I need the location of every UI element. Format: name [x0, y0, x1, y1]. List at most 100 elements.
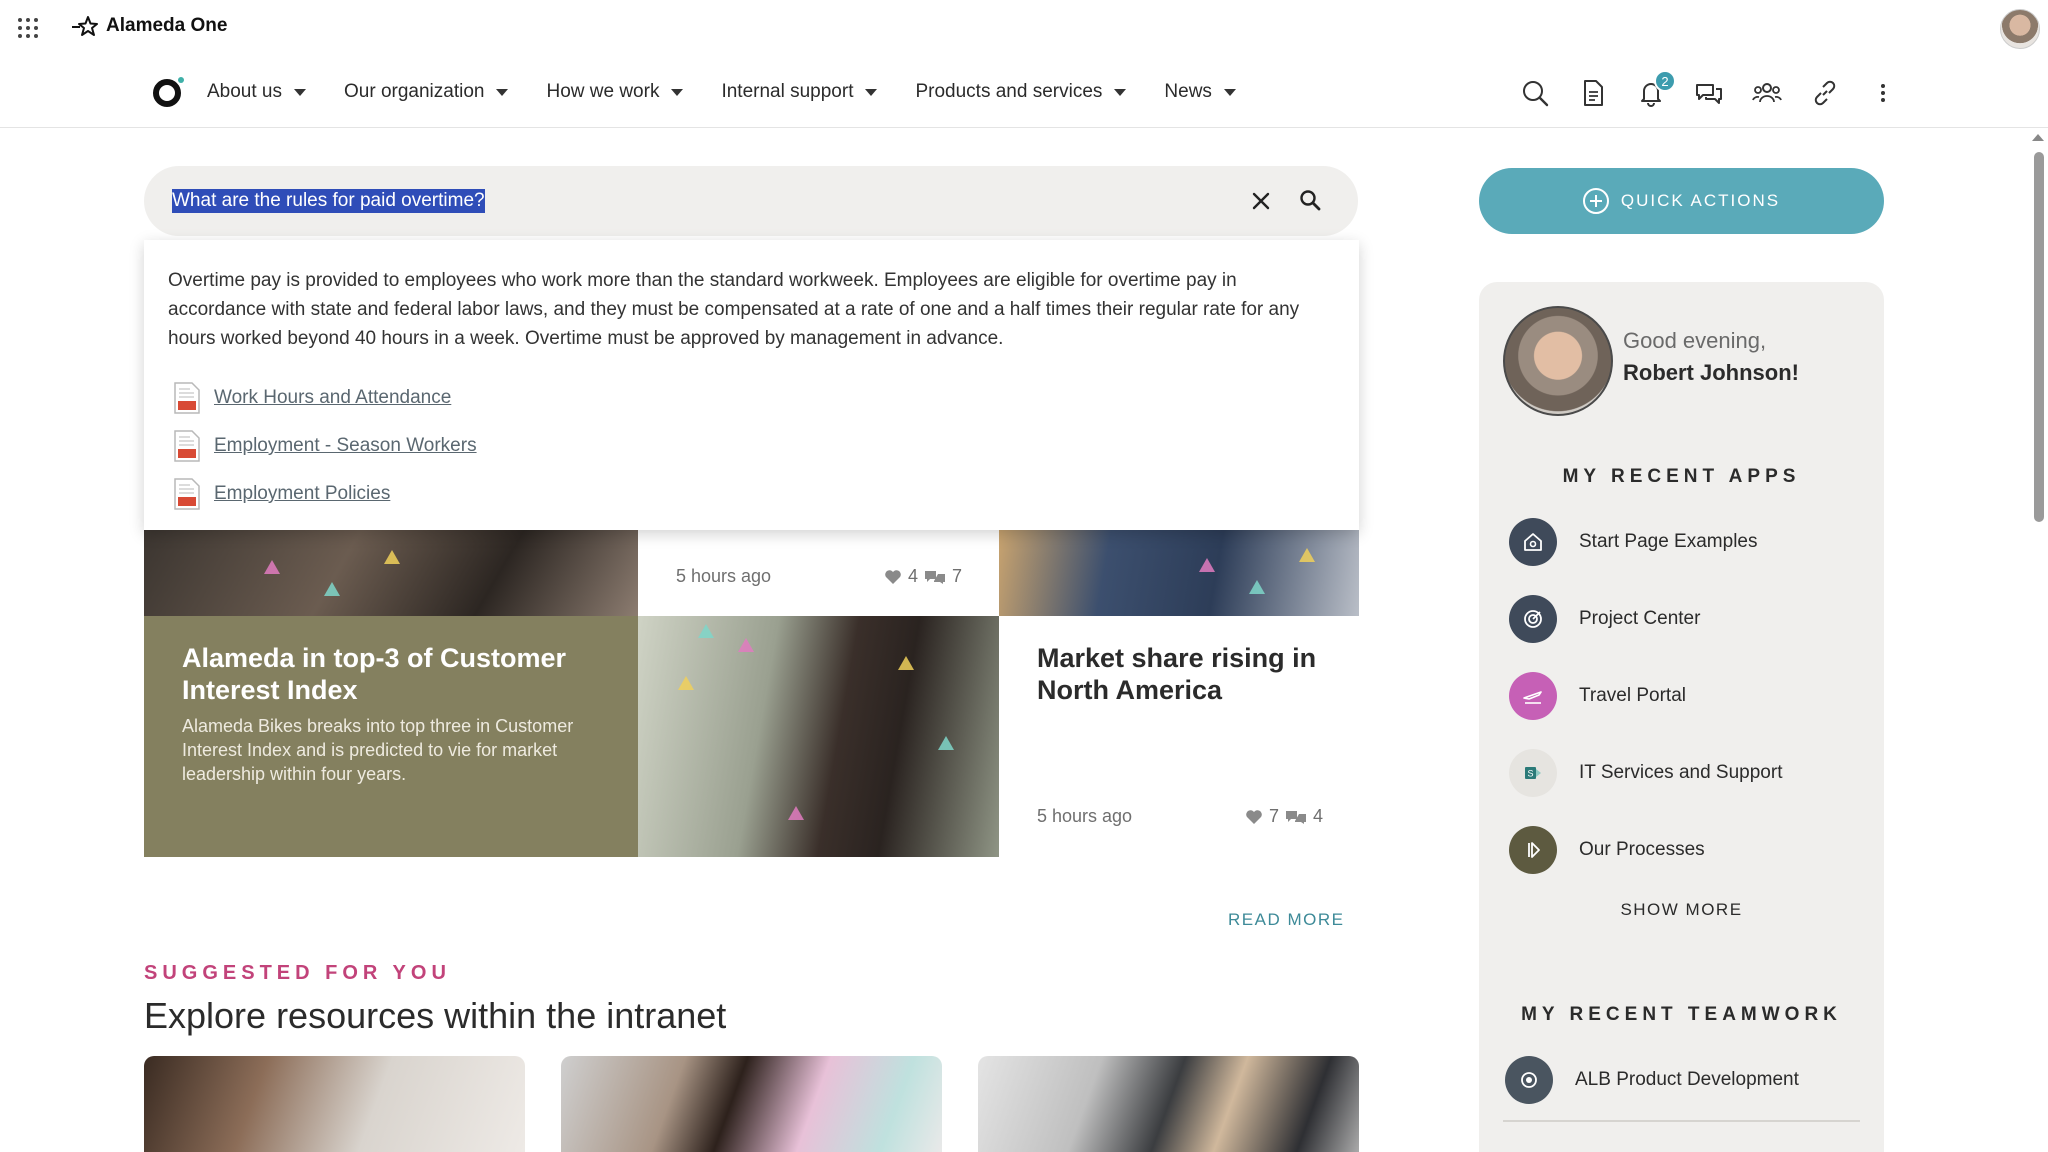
greeting: Good evening, — [1623, 328, 1767, 353]
heart-icon — [1246, 809, 1262, 824]
source-link-season-workers[interactable]: Employment - Season Workers — [214, 435, 477, 457]
nav-item-internal-support[interactable]: Internal support — [721, 81, 878, 103]
news-stats: 7 4 — [1245, 806, 1323, 827]
notification-badge: 2 — [1654, 70, 1676, 92]
search-submit-icon[interactable] — [1294, 184, 1326, 216]
news-card[interactable]: Market share rising in North America 5 h… — [999, 616, 1359, 857]
nav-item-our-organization[interactable]: Our organization — [344, 81, 509, 103]
source-item: Employment - Season Workers — [172, 422, 477, 470]
app-item-it-services[interactable]: S IT Services and Support — [1509, 749, 1782, 797]
news-time: 5 hours ago — [676, 566, 772, 586]
app-item-travel-portal[interactable]: Travel Portal — [1509, 672, 1686, 720]
nav-item-label: About us — [207, 81, 282, 102]
caret-down-icon — [671, 88, 684, 96]
news-time: 5 hours ago — [1037, 806, 1133, 826]
main-navigation: About us Our organization How we work In… — [0, 56, 2048, 128]
sharepoint-icon: S — [1509, 749, 1557, 797]
chat-icon[interactable] — [1680, 76, 1738, 110]
app-item-our-processes[interactable]: Our Processes — [1509, 826, 1705, 874]
recent-apps-heading: MY RECENT APPS — [1562, 466, 1801, 487]
app-label: Travel Portal — [1579, 685, 1686, 706]
heart-icon — [885, 569, 901, 584]
recent-teamwork-heading: MY RECENT TEAMWORK — [1521, 1004, 1842, 1025]
answer-text: Overtime pay is provided to employees wh… — [168, 270, 1300, 349]
nav-item-about-us[interactable]: About us — [207, 81, 306, 103]
nav-item-label: Our organization — [344, 81, 485, 102]
app-label: IT Services and Support — [1579, 762, 1783, 783]
app-item-project-center[interactable]: Project Center — [1509, 595, 1700, 643]
scroll-up-arrow[interactable] — [2032, 134, 2044, 141]
search-icon[interactable] — [1506, 76, 1564, 110]
svg-text:S: S — [1528, 769, 1534, 779]
comments-count: 4 — [1313, 806, 1324, 826]
answer-sources: Work Hours and Attendance Employment - S… — [172, 374, 477, 518]
nav-item-news[interactable]: News — [1164, 81, 1236, 103]
news-title: Market share rising in North America — [1037, 643, 1317, 705]
caret-down-icon — [1223, 88, 1236, 96]
nav-item-label: Internal support — [721, 81, 854, 102]
news-card[interactable]: 5 hours ago 4 7 — [638, 530, 999, 616]
source-link-work-hours[interactable]: Work Hours and Attendance — [214, 387, 451, 409]
news-image-woman-profile[interactable] — [638, 616, 999, 857]
news-image-business-people[interactable] — [144, 530, 638, 616]
caret-down-icon — [1114, 88, 1127, 96]
featured-description: Alameda Bikes breaks into top three in C… — [182, 716, 574, 784]
app-label: Our Processes — [1579, 839, 1705, 860]
suggested-kicker: SUGGESTED FOR YOU — [144, 962, 451, 984]
profile-avatar[interactable] — [1503, 306, 1613, 416]
nav-item-label: News — [1164, 81, 1212, 102]
target-icon — [1509, 595, 1557, 643]
process-icon — [1509, 826, 1557, 874]
app-item-start-page-examples[interactable]: Start Page Examples — [1509, 518, 1757, 566]
caret-down-icon — [294, 88, 306, 96]
divider — [1503, 1120, 1860, 1122]
close-icon[interactable] — [1246, 186, 1276, 216]
source-item: Work Hours and Attendance — [172, 374, 477, 422]
scrollbar-thumb[interactable] — [2034, 152, 2044, 522]
pdf-document-icon — [174, 430, 200, 462]
user-name: Robert Johnson! — [1623, 360, 1799, 385]
comment-icon — [1286, 810, 1307, 824]
top-bar: Alameda One — [0, 0, 2048, 56]
app-launcher-icon[interactable] — [18, 18, 38, 38]
source-link-employment-policies[interactable]: Employment Policies — [214, 483, 390, 505]
resource-card-image[interactable] — [561, 1056, 942, 1152]
featured-news-card[interactable]: Alameda in top-3 of Customer Interest In… — [144, 616, 638, 857]
nav-item-products-and-services[interactable]: Products and services — [915, 81, 1127, 103]
comments-count: 7 — [952, 566, 963, 586]
more-vertical-icon[interactable] — [1854, 76, 1912, 110]
link-icon[interactable] — [1796, 76, 1854, 110]
source-item: Employment Policies — [172, 470, 477, 518]
app-label: Project Center — [1579, 608, 1701, 629]
personal-panel: Good evening, Robert Johnson! MY RECENT … — [1479, 282, 1884, 1152]
brand-star-icon — [72, 16, 98, 36]
nav-item-how-we-work[interactable]: How we work — [546, 81, 684, 103]
suggested-title: Explore resources within the intranet — [144, 995, 727, 1036]
app-label: Start Page Examples — [1579, 531, 1758, 552]
likes-count: 4 — [908, 566, 919, 586]
quick-actions-label: QUICK ACTIONS — [1620, 191, 1781, 210]
people-icon[interactable] — [1738, 76, 1796, 110]
pdf-document-icon — [174, 478, 200, 510]
resource-card-image[interactable] — [978, 1056, 1359, 1152]
home-logo[interactable] — [153, 77, 184, 107]
brand-name: Alameda One — [106, 15, 228, 36]
nav-item-label: How we work — [546, 81, 660, 102]
pdf-document-icon — [174, 382, 200, 414]
plus-circle-icon — [1582, 188, 1609, 214]
search-input[interactable]: What are the rules for paid overtime? — [172, 189, 485, 213]
bell-icon[interactable]: 2 — [1622, 70, 1680, 110]
team-item-alb-product-development[interactable]: ALB Product Development — [1505, 1056, 1799, 1104]
nav-item-label: Products and services — [915, 81, 1103, 102]
comment-icon — [925, 570, 946, 584]
quick-actions-button[interactable]: QUICK ACTIONS — [1479, 168, 1884, 234]
read-more-link[interactable]: READ MORE — [1228, 910, 1344, 930]
user-avatar[interactable] — [2000, 9, 2040, 49]
news-image-person-phone[interactable] — [999, 530, 1359, 616]
search-answer-panel: Overtime pay is provided to employees wh… — [144, 240, 1359, 530]
resource-card-image[interactable] — [144, 1056, 525, 1152]
caret-down-icon — [865, 88, 878, 96]
show-more-apps[interactable]: SHOW MORE — [1479, 900, 1884, 920]
brand[interactable]: Alameda One — [70, 14, 227, 38]
document-icon[interactable] — [1564, 76, 1622, 110]
